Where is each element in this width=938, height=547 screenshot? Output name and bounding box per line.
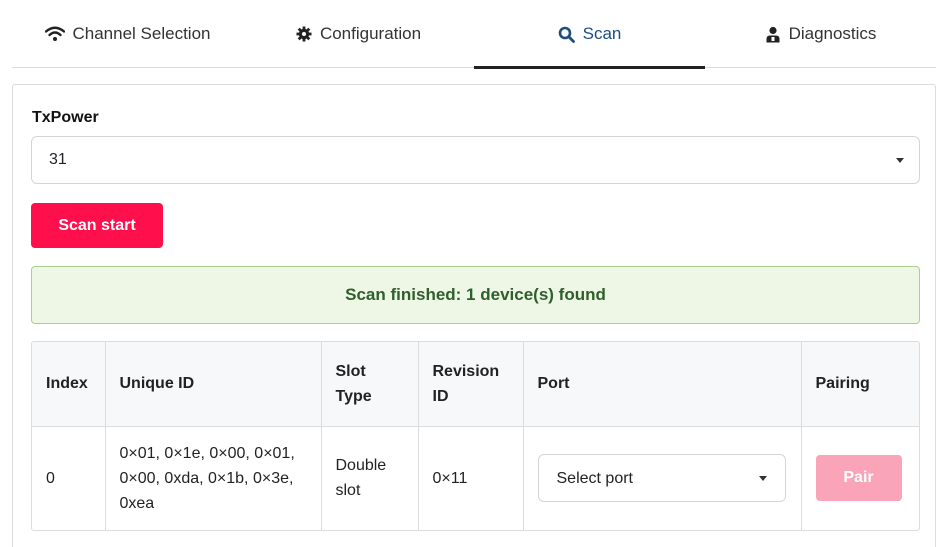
tab-channel-selection[interactable]: Channel Selection <box>12 0 243 68</box>
scan-status-alert: Scan finished: 1 device(s) found <box>31 266 920 324</box>
tab-diagnostics[interactable]: Diagnostics <box>705 0 936 68</box>
chevron-down-icon <box>758 476 767 482</box>
column-header-index: Index <box>32 342 106 427</box>
cell-port: Select port <box>523 426 802 530</box>
devices-table: Index Unique ID Slot Type Revision ID Po… <box>31 341 920 531</box>
column-header-revision-id: Revision ID <box>418 342 524 427</box>
tab-scan[interactable]: Scan <box>474 0 705 69</box>
cell-unique-id: 0×01, 0×1e, 0×00, 0×01, 0×00, 0xda, 0×1b… <box>105 426 322 530</box>
cell-index: 0 <box>32 426 106 530</box>
column-header-unique-id: Unique ID <box>105 342 322 427</box>
column-header-port: Port <box>523 342 802 427</box>
txpower-label: TxPower <box>32 109 99 126</box>
cell-pairing: Pair <box>801 426 919 530</box>
user-icon <box>766 26 780 42</box>
gear-icon <box>296 26 312 42</box>
tab-label: Channel Selection <box>72 24 211 43</box>
scan-start-button[interactable]: Scan start <box>31 203 163 248</box>
column-header-slot-type: Slot Type <box>321 342 419 427</box>
cell-slot-type: Double slot <box>321 426 419 530</box>
scan-status-message: Scan finished: 1 device(s) found <box>345 285 606 304</box>
column-header-pairing: Pairing <box>801 342 919 427</box>
table-row: 0 0×01, 0×1e, 0×00, 0×01, 0×00, 0xda, 0×… <box>32 426 919 530</box>
tab-label: Diagnostics <box>788 24 877 43</box>
tab-bar: Channel Selection Configuration Scan Dia… <box>12 0 936 69</box>
cell-revision-id: 0×11 <box>418 426 524 530</box>
txpower-select[interactable]: 31 <box>31 136 920 184</box>
tab-configuration[interactable]: Configuration <box>243 0 474 68</box>
port-select[interactable]: Select port <box>537 454 786 503</box>
txpower-value: 31 <box>49 151 67 168</box>
search-icon <box>558 26 575 43</box>
chevron-down-icon <box>896 158 904 163</box>
table-header-row: Index Unique ID Slot Type Revision ID Po… <box>32 342 919 427</box>
scan-panel: TxPower 31 Scan start Scan finished: 1 d… <box>12 84 936 547</box>
pair-button[interactable]: Pair <box>815 455 902 502</box>
wifi-icon <box>44 26 65 41</box>
tab-label: Configuration <box>319 24 422 43</box>
port-select-placeholder: Select port <box>556 469 633 487</box>
tab-label: Scan <box>582 24 622 43</box>
